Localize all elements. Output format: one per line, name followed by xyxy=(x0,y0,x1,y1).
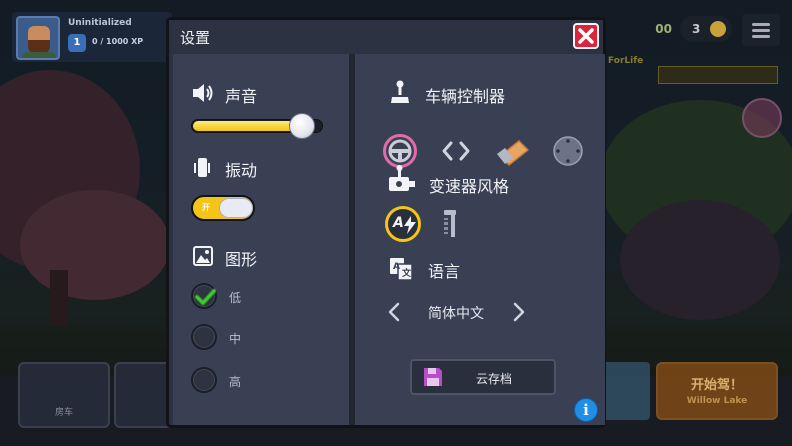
volume-slider-fill xyxy=(193,121,304,131)
vibration-label: 振动 xyxy=(225,161,258,180)
control-option-steering-wheel[interactable] xyxy=(383,134,417,168)
avatar xyxy=(16,16,60,60)
checkmark-icon xyxy=(194,288,216,306)
player-name: Uninitialized xyxy=(68,18,132,28)
image-icon xyxy=(193,246,213,266)
cloud-save-label: 云存档 xyxy=(476,372,513,386)
vibration-toggle-text: 开 xyxy=(202,203,210,212)
cloud-save-icon xyxy=(424,368,442,386)
joystick-icon xyxy=(391,80,409,103)
player-panel[interactable]: Uninitialized 1 0 / 1000 XP xyxy=(12,12,172,62)
mute-button[interactable] xyxy=(742,98,782,138)
xp-text: 0 / 1000 XP xyxy=(92,37,144,46)
level-badge: 1 xyxy=(68,34,86,52)
start-drive-button[interactable]: 开始驾！ Willow Lake xyxy=(656,362,778,420)
graphics-option-medium-label: 中 xyxy=(229,332,242,346)
lightning-icon xyxy=(404,216,416,234)
svg-text:A: A xyxy=(393,262,400,272)
sound-label: 声音 xyxy=(225,87,258,106)
rv-button-label: 房车 xyxy=(54,408,73,418)
coin-icon xyxy=(710,21,726,37)
settings-dialog: 设置 声音 振动 开 图形 低 中 高 车辆控制器 变速器风格 A A 文 语言… xyxy=(166,17,606,428)
vibration-phone-icon xyxy=(194,158,210,177)
control-option-arrows[interactable] xyxy=(439,134,473,168)
cloud-save-button[interactable]: 云存档 xyxy=(410,359,556,395)
dialog-title: 设置 xyxy=(180,29,211,47)
transmission-option-automatic[interactable]: A xyxy=(385,206,421,242)
map-button[interactable] xyxy=(602,362,650,420)
manual-shifter-icon xyxy=(444,210,456,237)
event-banner xyxy=(658,66,778,84)
close-icon xyxy=(578,28,594,44)
coin-count: 3 xyxy=(692,22,701,36)
language-label: 语言 xyxy=(428,262,461,281)
transmission-option-manual[interactable] xyxy=(439,208,463,240)
tools-button[interactable] xyxy=(114,362,174,428)
svg-text:文: 文 xyxy=(401,267,412,279)
control-option-tilt[interactable] xyxy=(495,134,529,168)
rv-button[interactable]: 房车 xyxy=(18,362,110,428)
transmission-label: 变速器风格 xyxy=(429,177,510,196)
graphics-option-low-label: 低 xyxy=(229,291,242,305)
vibration-toggle[interactable]: 开 xyxy=(191,195,255,221)
graphics-label: 图形 xyxy=(225,250,258,269)
tilt-phone-icon xyxy=(497,140,529,166)
steering-wheel-icon xyxy=(388,139,412,163)
graphics-option-low-radio[interactable] xyxy=(191,283,217,309)
translate-icon: A 文 xyxy=(390,258,413,281)
speaker-icon xyxy=(193,84,213,102)
start-drive-destination: Willow Lake xyxy=(686,396,748,406)
graphics-option-medium-radio[interactable] xyxy=(191,324,217,350)
arrows-icon xyxy=(442,141,470,161)
language-value: 简体中文 xyxy=(428,306,484,322)
chevron-right-icon xyxy=(513,302,525,322)
language-prev-arrow[interactable] xyxy=(387,301,401,328)
control-option-joystick[interactable] xyxy=(551,134,585,168)
start-drive-title: 开始驾！ xyxy=(690,378,743,393)
dialog-header: 设置 xyxy=(169,20,603,54)
volume-slider-knob[interactable] xyxy=(289,113,315,139)
money-display: 00 xyxy=(655,22,672,36)
toggle-knob xyxy=(219,198,253,218)
chevron-left-icon xyxy=(388,302,400,322)
language-next-arrow[interactable] xyxy=(512,301,526,328)
menu-button[interactable] xyxy=(742,14,780,46)
graphics-option-high-label: 高 xyxy=(229,375,242,389)
route-logo: ForLife xyxy=(608,56,644,66)
vehicle-control-label: 车辆控制器 xyxy=(425,87,506,106)
close-button[interactable] xyxy=(573,23,599,49)
joystick-pad-icon xyxy=(553,136,583,166)
gearbox-icon xyxy=(389,165,415,191)
info-button[interactable]: i xyxy=(574,398,598,422)
graphics-option-high-radio[interactable] xyxy=(191,367,217,393)
coin-counter: 3 xyxy=(680,16,732,42)
